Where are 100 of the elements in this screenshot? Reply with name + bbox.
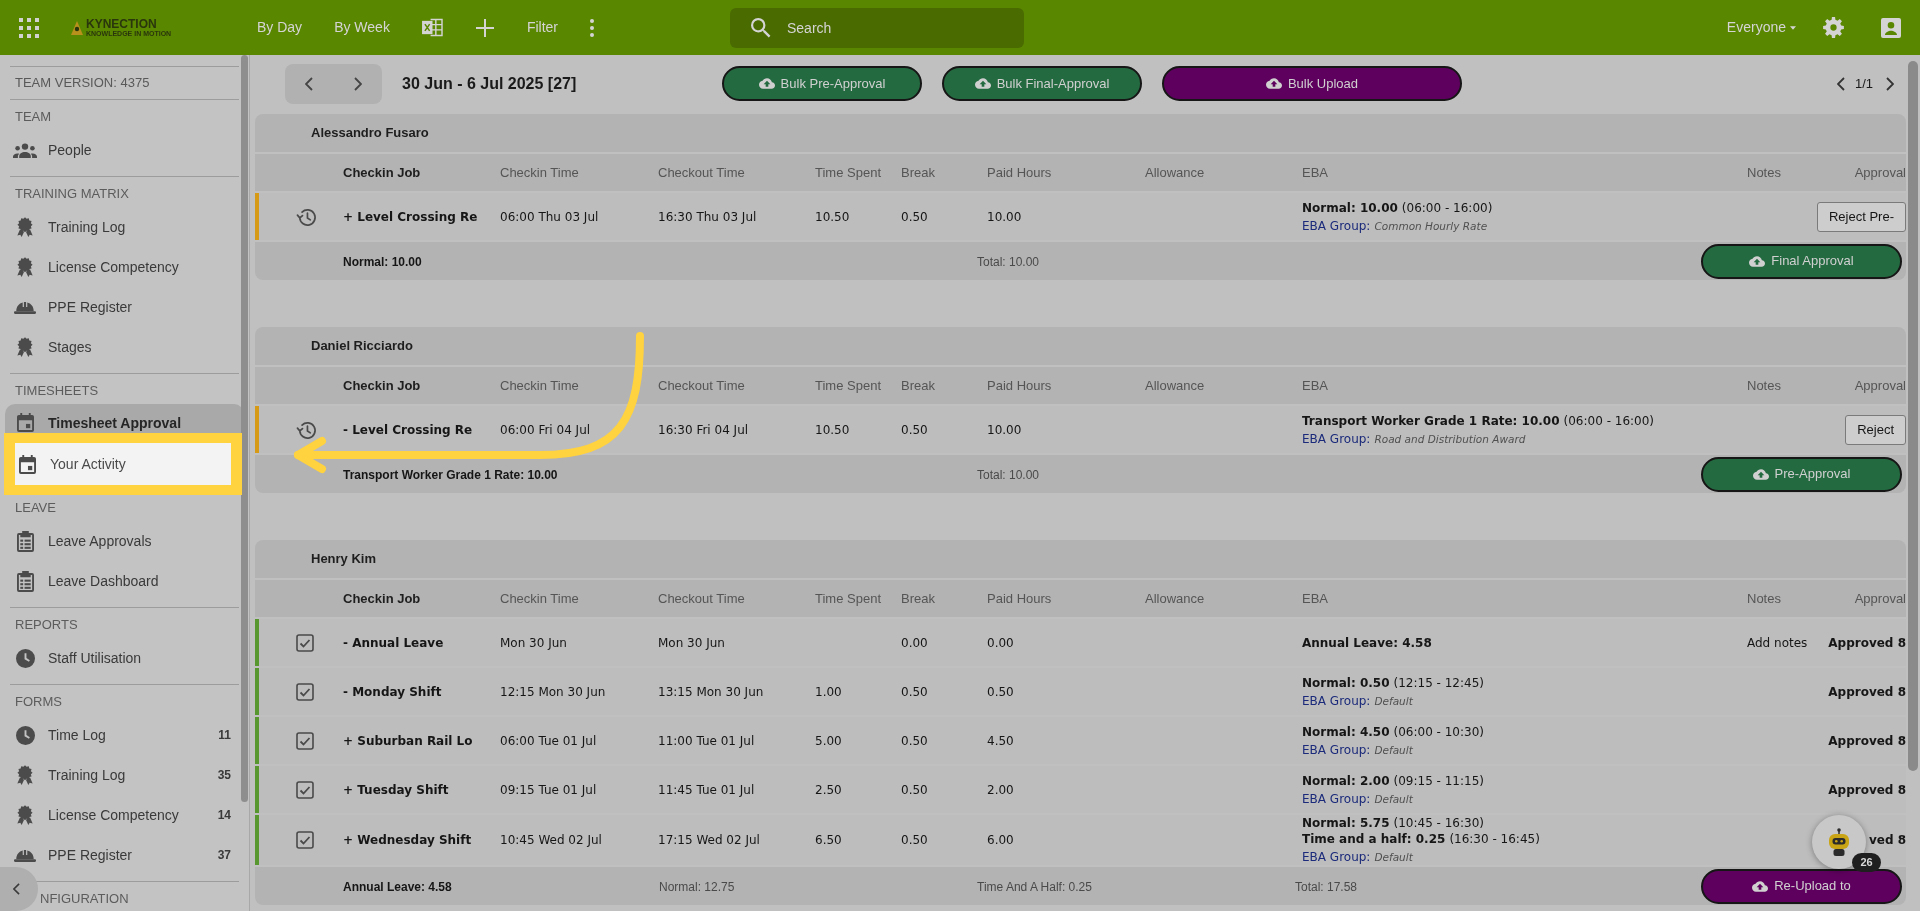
chevron-right-icon[interactable] [1886, 76, 1894, 91]
checkin-time: 06:00 Fri 04 Jul [500, 421, 591, 439]
column-header: Checkout Time [658, 589, 745, 608]
column-header: Checkin Job [343, 589, 421, 608]
employee-name: Alessandro Fusaro [311, 124, 429, 143]
hours-total: Total: 17.58 [1295, 880, 1358, 894]
logo-text: KYNECTION [86, 17, 158, 30]
sidebar-item[interactable]: Your Activity [15, 443, 231, 485]
add-notes-link[interactable]: Add notes [1747, 633, 1808, 652]
sidebar-item[interactable]: Stages [5, 327, 244, 367]
upload-button[interactable]: Re-Upload to [1701, 868, 1902, 904]
sidebar-item[interactable]: PPE Register [5, 287, 244, 327]
section-heading: LEAVE [15, 500, 57, 516]
sidebar-item[interactable]: Leave Dashboard [5, 561, 244, 601]
eba-group-label: EBA Group: [1302, 218, 1371, 234]
spreadsheet-icon[interactable] [421, 18, 443, 37]
cloud-upload-icon [1752, 880, 1769, 892]
approval-button[interactable]: Final Approval [1701, 243, 1902, 279]
award-icon [16, 337, 34, 357]
calendar-icon [18, 454, 36, 474]
section-heading: FORMS [15, 694, 63, 710]
search-field[interactable]: Search [730, 7, 1024, 48]
job-name: + Level Crossing Re [343, 208, 478, 226]
column-header: Break [901, 163, 935, 182]
hard-hat-icon [14, 300, 36, 314]
column-header: Checkin Job [343, 376, 421, 395]
checkout-time: 11:00 Tue 01 Jul [658, 732, 755, 750]
clipboard-icon [16, 530, 34, 552]
approval-status: Approved 8 [1828, 732, 1906, 750]
column-header: Paid Hours [987, 589, 1052, 608]
cloud-upload-icon [1265, 78, 1282, 89]
eba-hours: Transport Worker Grade 1 Rate: 10.00 (06:00 - 16:00) [1302, 412, 1655, 429]
sidebar-item[interactable]: Staff Utilisation [5, 638, 244, 678]
reject-button[interactable]: Reject [1845, 414, 1906, 445]
column-header: Paid Hours [987, 163, 1052, 182]
approval-button[interactable]: Pre-Approval [1701, 456, 1902, 492]
sidebar-item[interactable]: Time Log 11 [5, 715, 244, 755]
eba-group-label: EBA Group: [1302, 850, 1371, 865]
hard-hat-icon [14, 848, 36, 862]
sidebar-item[interactable]: Training Log 35 [5, 755, 244, 795]
eba-group-label: EBA Group: [1302, 742, 1371, 758]
chevron-left-icon [12, 883, 20, 895]
hours-summary: Transport Worker Grade 1 Rate: 10.00 [343, 468, 558, 482]
checkbox[interactable] [296, 731, 314, 750]
checkbox[interactable] [296, 682, 314, 701]
team-version: TEAM VERSION: 4375 [15, 74, 150, 93]
time-spent: 6.50 [815, 832, 842, 849]
eba-hours: Normal: 4.50 (06:00 - 10:30) [1302, 723, 1484, 740]
sidebar-item[interactable]: Training Log [5, 207, 244, 247]
checkbox[interactable] [296, 633, 314, 652]
apps-menu-icon[interactable] [19, 17, 39, 38]
column-header: Checkin Time [500, 163, 579, 182]
checkbox[interactable] [296, 780, 314, 799]
sidebar-item[interactable]: License Competency 14 [5, 795, 244, 835]
clock-icon [15, 648, 35, 668]
approval-status: Approved 8 [1828, 683, 1906, 701]
approval-button[interactable]: Bulk Final-Approval [942, 66, 1142, 101]
column-header: EBA [1302, 376, 1328, 395]
settings-icon[interactable] [1823, 17, 1844, 38]
column-header: Checkin Job [343, 163, 421, 182]
vertical-dots-icon[interactable] [590, 18, 594, 37]
break-hours: 0.00 [901, 634, 928, 652]
reject-button[interactable]: Reject Pre- [1816, 201, 1906, 232]
hours-total: Time And A Half: 0.25 [977, 880, 1092, 894]
checkout-time: 16:30 Fri 04 Jul [658, 421, 749, 439]
chevron-left-icon[interactable] [305, 76, 314, 91]
eba-group-name: Road and Distribution Award [1374, 431, 1526, 447]
chevron-right-icon[interactable] [353, 76, 362, 91]
checkbox[interactable] [296, 831, 314, 849]
award-icon [16, 217, 34, 237]
approval-button[interactable]: Bulk Pre-Approval [722, 66, 922, 101]
page-indicator: 1/1 [1854, 74, 1873, 93]
sidebar-item[interactable]: PPE Register 37 [5, 835, 244, 875]
sidebar-item[interactable]: License Competency [5, 247, 244, 287]
logo-icon [71, 20, 83, 35]
break-hours: 0.50 [901, 208, 928, 226]
plus-icon[interactable] [474, 17, 495, 38]
job-name: - Annual Leave [343, 634, 444, 652]
column-header: Checkout Time [658, 163, 745, 182]
eba-hours: Normal: 0.50 (12:15 - 12:45) [1302, 674, 1484, 691]
column-header: Time Spent [815, 589, 881, 608]
sidebar-item[interactable]: Timesheet Approval [5, 404, 244, 433]
checkin-time: 06:00 Thu 03 Jul [500, 208, 599, 226]
column-header: EBA [1302, 163, 1328, 182]
checkout-time: 16:30 Thu 03 Jul [658, 208, 757, 226]
checkout-time: 13:15 Mon 30 Jun [658, 683, 764, 701]
job-name: - Monday Shift [343, 683, 442, 701]
column-header: Allowance [1145, 589, 1205, 608]
eba-hours: Normal: 2.00 (09:15 - 11:15) [1302, 772, 1484, 789]
sidebar-item[interactable]: People [5, 130, 244, 170]
approval-status: Approved 8 [1828, 781, 1906, 799]
column-header: Time Spent [815, 376, 881, 395]
chevron-left-icon[interactable] [1836, 76, 1845, 91]
upload-button[interactable]: Bulk Upload [1162, 66, 1462, 101]
account-icon[interactable] [1881, 17, 1901, 38]
sidebar-item[interactable]: Leave Approvals [5, 521, 244, 561]
checkin-time: Mon 30 Jun [500, 634, 567, 652]
column-header: Allowance [1145, 163, 1205, 182]
time-spent: 10.50 [815, 208, 850, 226]
column-header: Checkin Time [500, 376, 579, 395]
